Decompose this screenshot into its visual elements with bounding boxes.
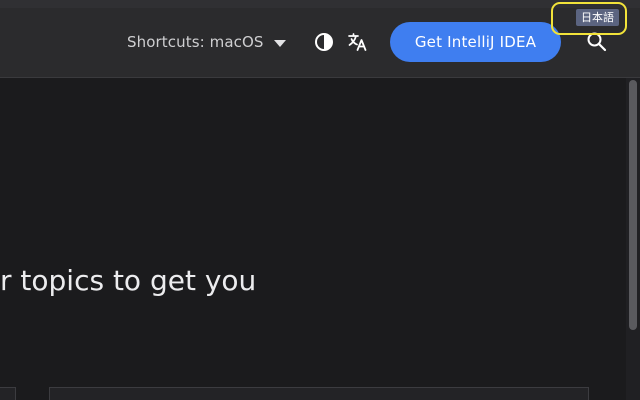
scrollbar-thumb[interactable] <box>629 80 637 330</box>
card-partial-left[interactable] <box>0 387 16 400</box>
shortcuts-dropdown[interactable]: Shortcuts: macOS <box>127 32 286 52</box>
browser-top-strip <box>0 0 640 8</box>
search-button[interactable] <box>586 31 608 53</box>
language-button[interactable] <box>348 32 368 52</box>
card-partial[interactable] <box>49 387 589 400</box>
language-badge[interactable]: 日本語 <box>576 9 619 26</box>
chevron-down-icon <box>273 39 286 47</box>
hero-heading: r topics to get you <box>0 264 257 297</box>
page: Shortcuts: macOS Get IntelliJ IDEA 日本語 r… <box>0 0 640 400</box>
shortcuts-label: Shortcuts: macOS <box>127 33 264 51</box>
translate-icon <box>348 33 367 51</box>
theme-toggle-button[interactable] <box>314 32 334 52</box>
contrast-icon <box>315 33 333 51</box>
get-intellij-idea-button[interactable]: Get IntelliJ IDEA <box>390 22 561 62</box>
main-content: r topics to get you <box>0 78 626 400</box>
search-icon <box>587 32 607 52</box>
